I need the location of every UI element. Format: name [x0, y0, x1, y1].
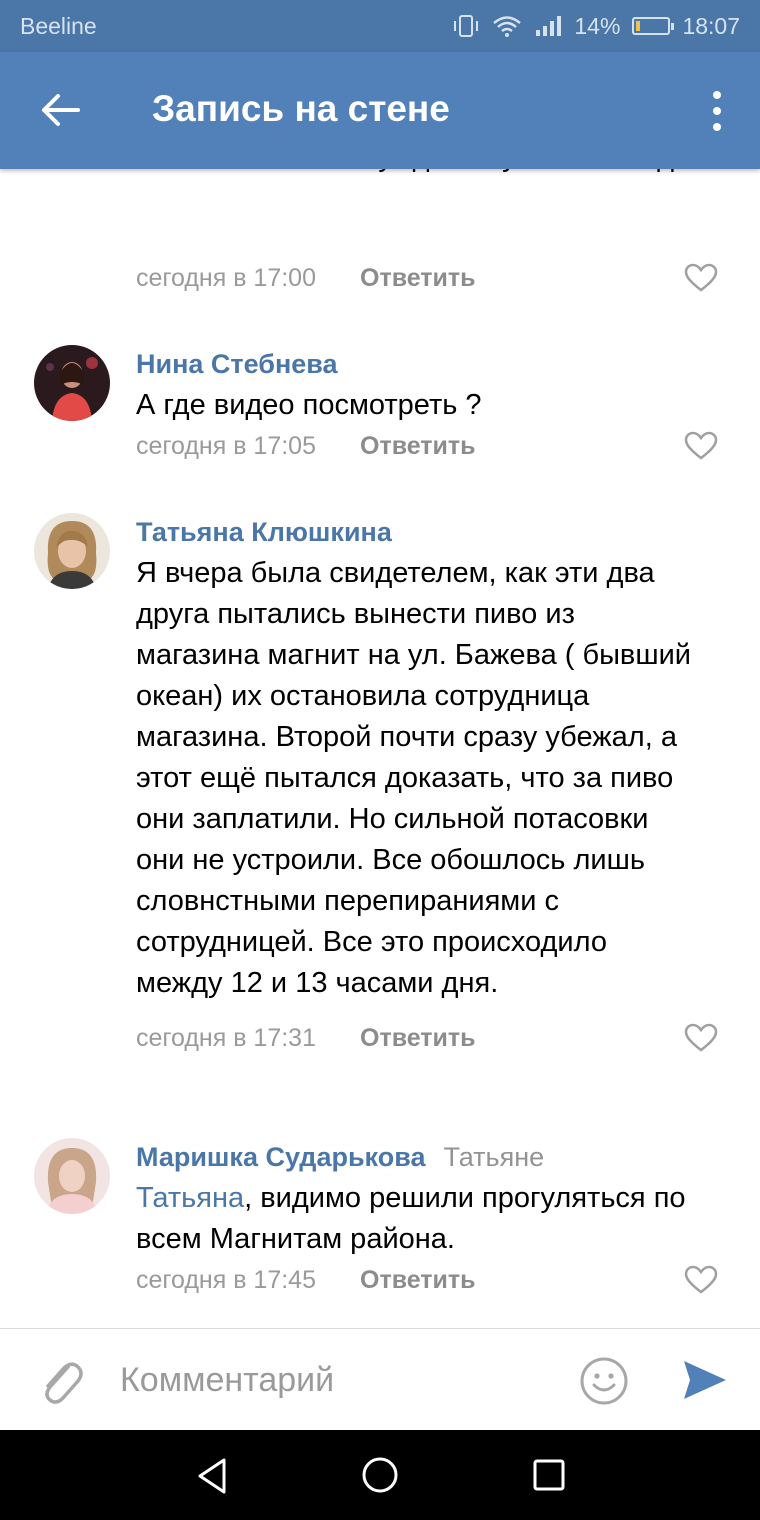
comment-text: Я вчера была свидетелем, как эти два дру…: [136, 557, 691, 999]
more-vertical-icon[interactable]: [702, 88, 732, 134]
battery-percent: 14%: [574, 12, 621, 39]
comment-time: сегодня в 17:05: [136, 432, 316, 460]
app-bar: Запись на стене: [0, 52, 760, 169]
triangle-back-icon[interactable]: [194, 1456, 230, 1496]
comment-text: Татьяна, видимо решили прогуляться по вс…: [136, 1178, 736, 1260]
avatar[interactable]: [34, 1138, 110, 1214]
page-title: Запись на стене: [152, 88, 450, 129]
send-icon[interactable]: [680, 1357, 728, 1403]
heart-outline-icon[interactable]: [684, 1265, 718, 1295]
comment-text: А где видео посмотреть ?: [136, 389, 482, 421]
reply-button[interactable]: Ответить: [360, 1266, 476, 1295]
reply-button[interactable]: Ответить: [360, 432, 476, 461]
avatar[interactable]: [34, 513, 110, 589]
comment-time: сегодня в 17:31: [136, 1024, 316, 1052]
square-recent-icon[interactable]: [532, 1458, 566, 1492]
mention-link[interactable]: Татьяна: [136, 1182, 244, 1214]
comment-author[interactable]: Нина Стебнева: [136, 349, 338, 380]
heart-outline-icon[interactable]: [684, 431, 718, 461]
comments-feed: отказывать в возбуждении уголовного дела…: [0, 169, 760, 1328]
circle-home-icon[interactable]: [361, 1456, 399, 1494]
author-name[interactable]: Маришка Сударькова: [136, 1142, 425, 1172]
battery-level: [636, 21, 641, 31]
clock: 18:07: [682, 12, 740, 39]
comment-author[interactable]: Татьяна Клюшкина: [136, 517, 392, 548]
paperclip-icon[interactable]: [36, 1355, 84, 1407]
comment-author[interactable]: Маришка Сударькова Татьяне: [136, 1142, 544, 1173]
battery-icon: [632, 17, 675, 35]
comment-time: сегодня в 17:45: [136, 1266, 316, 1294]
status-bar: Beeline 14% 18:07: [0, 0, 760, 52]
reply-button[interactable]: Ответить: [360, 264, 476, 293]
vibrate-icon: [454, 15, 479, 37]
smiley-icon[interactable]: [578, 1355, 630, 1407]
comment-text: отказывать в возбуждении уголовного дела: [136, 169, 736, 178]
arrow-left-icon[interactable]: [36, 85, 86, 135]
carrier-name: Beeline: [20, 12, 97, 39]
avatar[interactable]: [34, 345, 110, 421]
wifi-icon: [493, 16, 522, 37]
system-nav-bar: [0, 1430, 760, 1520]
signal-icon: [536, 16, 562, 36]
reply-button[interactable]: Ответить: [360, 1024, 476, 1053]
status-icons: 14% 18:07: [452, 13, 740, 40]
heart-outline-icon[interactable]: [684, 263, 718, 293]
comment-composer: [0, 1328, 760, 1430]
comment-time: сегодня в 17:00: [136, 264, 316, 292]
heart-outline-icon[interactable]: [684, 1023, 718, 1053]
reply-to-name[interactable]: Татьяне: [443, 1142, 544, 1172]
comment-input[interactable]: [118, 1349, 562, 1411]
